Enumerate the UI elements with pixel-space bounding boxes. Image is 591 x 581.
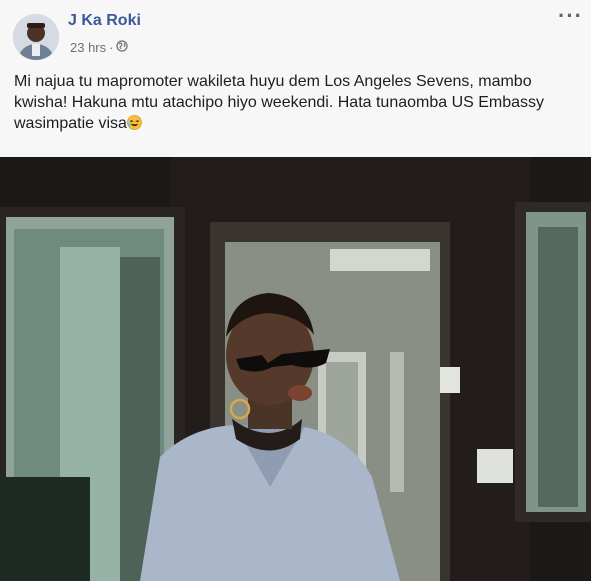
video-player[interactable] bbox=[0, 157, 591, 581]
post-meta: 23 hrs · bbox=[70, 40, 129, 55]
author-name[interactable]: J Ka Roki bbox=[68, 12, 141, 30]
laughing-emoji-icon bbox=[127, 115, 142, 130]
globe-icon bbox=[116, 40, 129, 55]
more-options-icon[interactable]: ··· bbox=[558, 5, 583, 27]
post-header: J Ka Roki 23 hrs · ··· Mi najua tu mapro… bbox=[0, 0, 591, 157]
post-text: Mi najua tu mapromoter wakileta huyu dem… bbox=[14, 71, 584, 134]
post-body: Mi najua tu mapromoter wakileta huyu dem… bbox=[14, 73, 545, 132]
avatar[interactable] bbox=[13, 14, 59, 60]
video-frame bbox=[0, 157, 591, 581]
timestamp[interactable]: 23 hrs bbox=[70, 40, 106, 55]
meta-separator: · bbox=[109, 40, 114, 55]
